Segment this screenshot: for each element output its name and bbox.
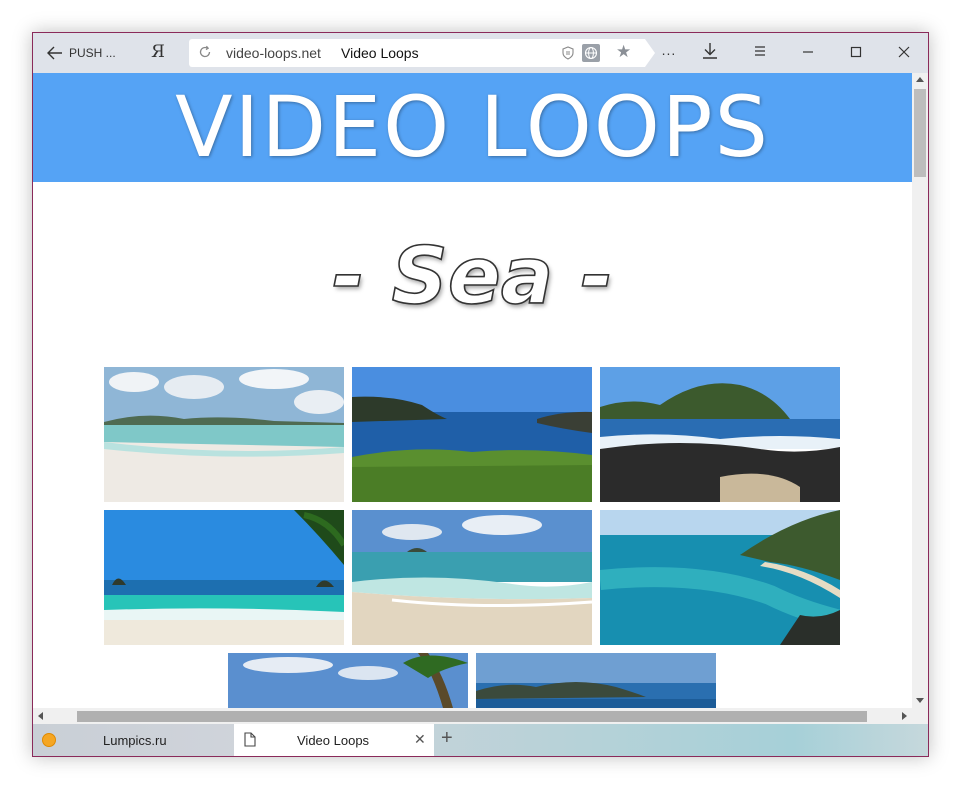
video-thumbnail[interactable] bbox=[600, 510, 840, 645]
scroll-left-arrow[interactable] bbox=[38, 712, 43, 720]
url-text: video-loops.net bbox=[226, 45, 321, 61]
star-icon[interactable]: ★ bbox=[616, 42, 631, 62]
page-viewport: VIDEO LOOPS - Sea - bbox=[33, 73, 912, 708]
tab-close-icon[interactable]: ✕ bbox=[414, 731, 426, 748]
menu-icon[interactable] bbox=[751, 41, 769, 65]
video-thumbnail[interactable] bbox=[352, 510, 592, 645]
tab-label: Video Loops bbox=[297, 733, 370, 748]
back-button-label: PUSH ... bbox=[69, 46, 116, 60]
video-thumbnail[interactable] bbox=[228, 653, 468, 708]
address-bar[interactable]: video-loops.net Video Loops ★ bbox=[189, 39, 655, 67]
minimize-icon[interactable] bbox=[799, 41, 817, 65]
video-thumbnail[interactable] bbox=[104, 510, 344, 645]
back-button[interactable]: PUSH ... bbox=[47, 43, 116, 63]
scroll-right-arrow[interactable] bbox=[902, 712, 907, 720]
tab-video-loops[interactable]: Video Loops ✕ bbox=[234, 724, 434, 756]
reload-icon[interactable] bbox=[198, 45, 212, 59]
browser-window: PUSH ... Я video-loops.net Video Loops ★… bbox=[32, 32, 929, 757]
horizontal-scroll-thumb[interactable] bbox=[77, 711, 867, 722]
tab-lumpics[interactable]: Lumpics.ru bbox=[33, 724, 233, 756]
close-icon[interactable] bbox=[895, 41, 913, 65]
address-page-title: Video Loops bbox=[341, 45, 419, 61]
yandex-button[interactable]: Я bbox=[149, 41, 167, 63]
scroll-down-arrow[interactable] bbox=[916, 698, 924, 703]
video-thumbnail[interactable] bbox=[476, 653, 716, 708]
plus-icon[interactable]: + bbox=[441, 727, 453, 750]
video-thumbnail[interactable] bbox=[352, 367, 592, 502]
section-title: - Sea - bbox=[331, 231, 613, 323]
globe-icon[interactable] bbox=[582, 44, 600, 62]
scrollbar-corner bbox=[912, 708, 928, 724]
banner-title: VIDEO LOOPS bbox=[175, 78, 770, 176]
tab-bar: Lumpics.ru Video Loops ✕ + bbox=[33, 724, 928, 756]
site-banner: VIDEO LOOPS bbox=[33, 73, 912, 182]
title-bar: PUSH ... Я video-loops.net Video Loops ★… bbox=[33, 33, 928, 73]
vertical-scrollbar[interactable] bbox=[912, 73, 928, 708]
arrow-left-icon bbox=[47, 46, 62, 60]
maximize-icon[interactable] bbox=[847, 41, 865, 65]
video-thumbnail[interactable] bbox=[600, 367, 840, 502]
download-icon[interactable] bbox=[701, 41, 719, 65]
horizontal-scrollbar[interactable] bbox=[33, 708, 912, 724]
lumpics-favicon-icon bbox=[42, 733, 56, 747]
vertical-scroll-thumb[interactable] bbox=[914, 89, 926, 177]
page-icon bbox=[244, 732, 256, 747]
scroll-up-arrow[interactable] bbox=[916, 77, 924, 82]
shield-icon[interactable] bbox=[561, 46, 575, 60]
tab-label: Lumpics.ru bbox=[103, 733, 167, 748]
video-thumbnail[interactable] bbox=[104, 367, 344, 502]
more-button[interactable]: ... bbox=[659, 42, 679, 66]
